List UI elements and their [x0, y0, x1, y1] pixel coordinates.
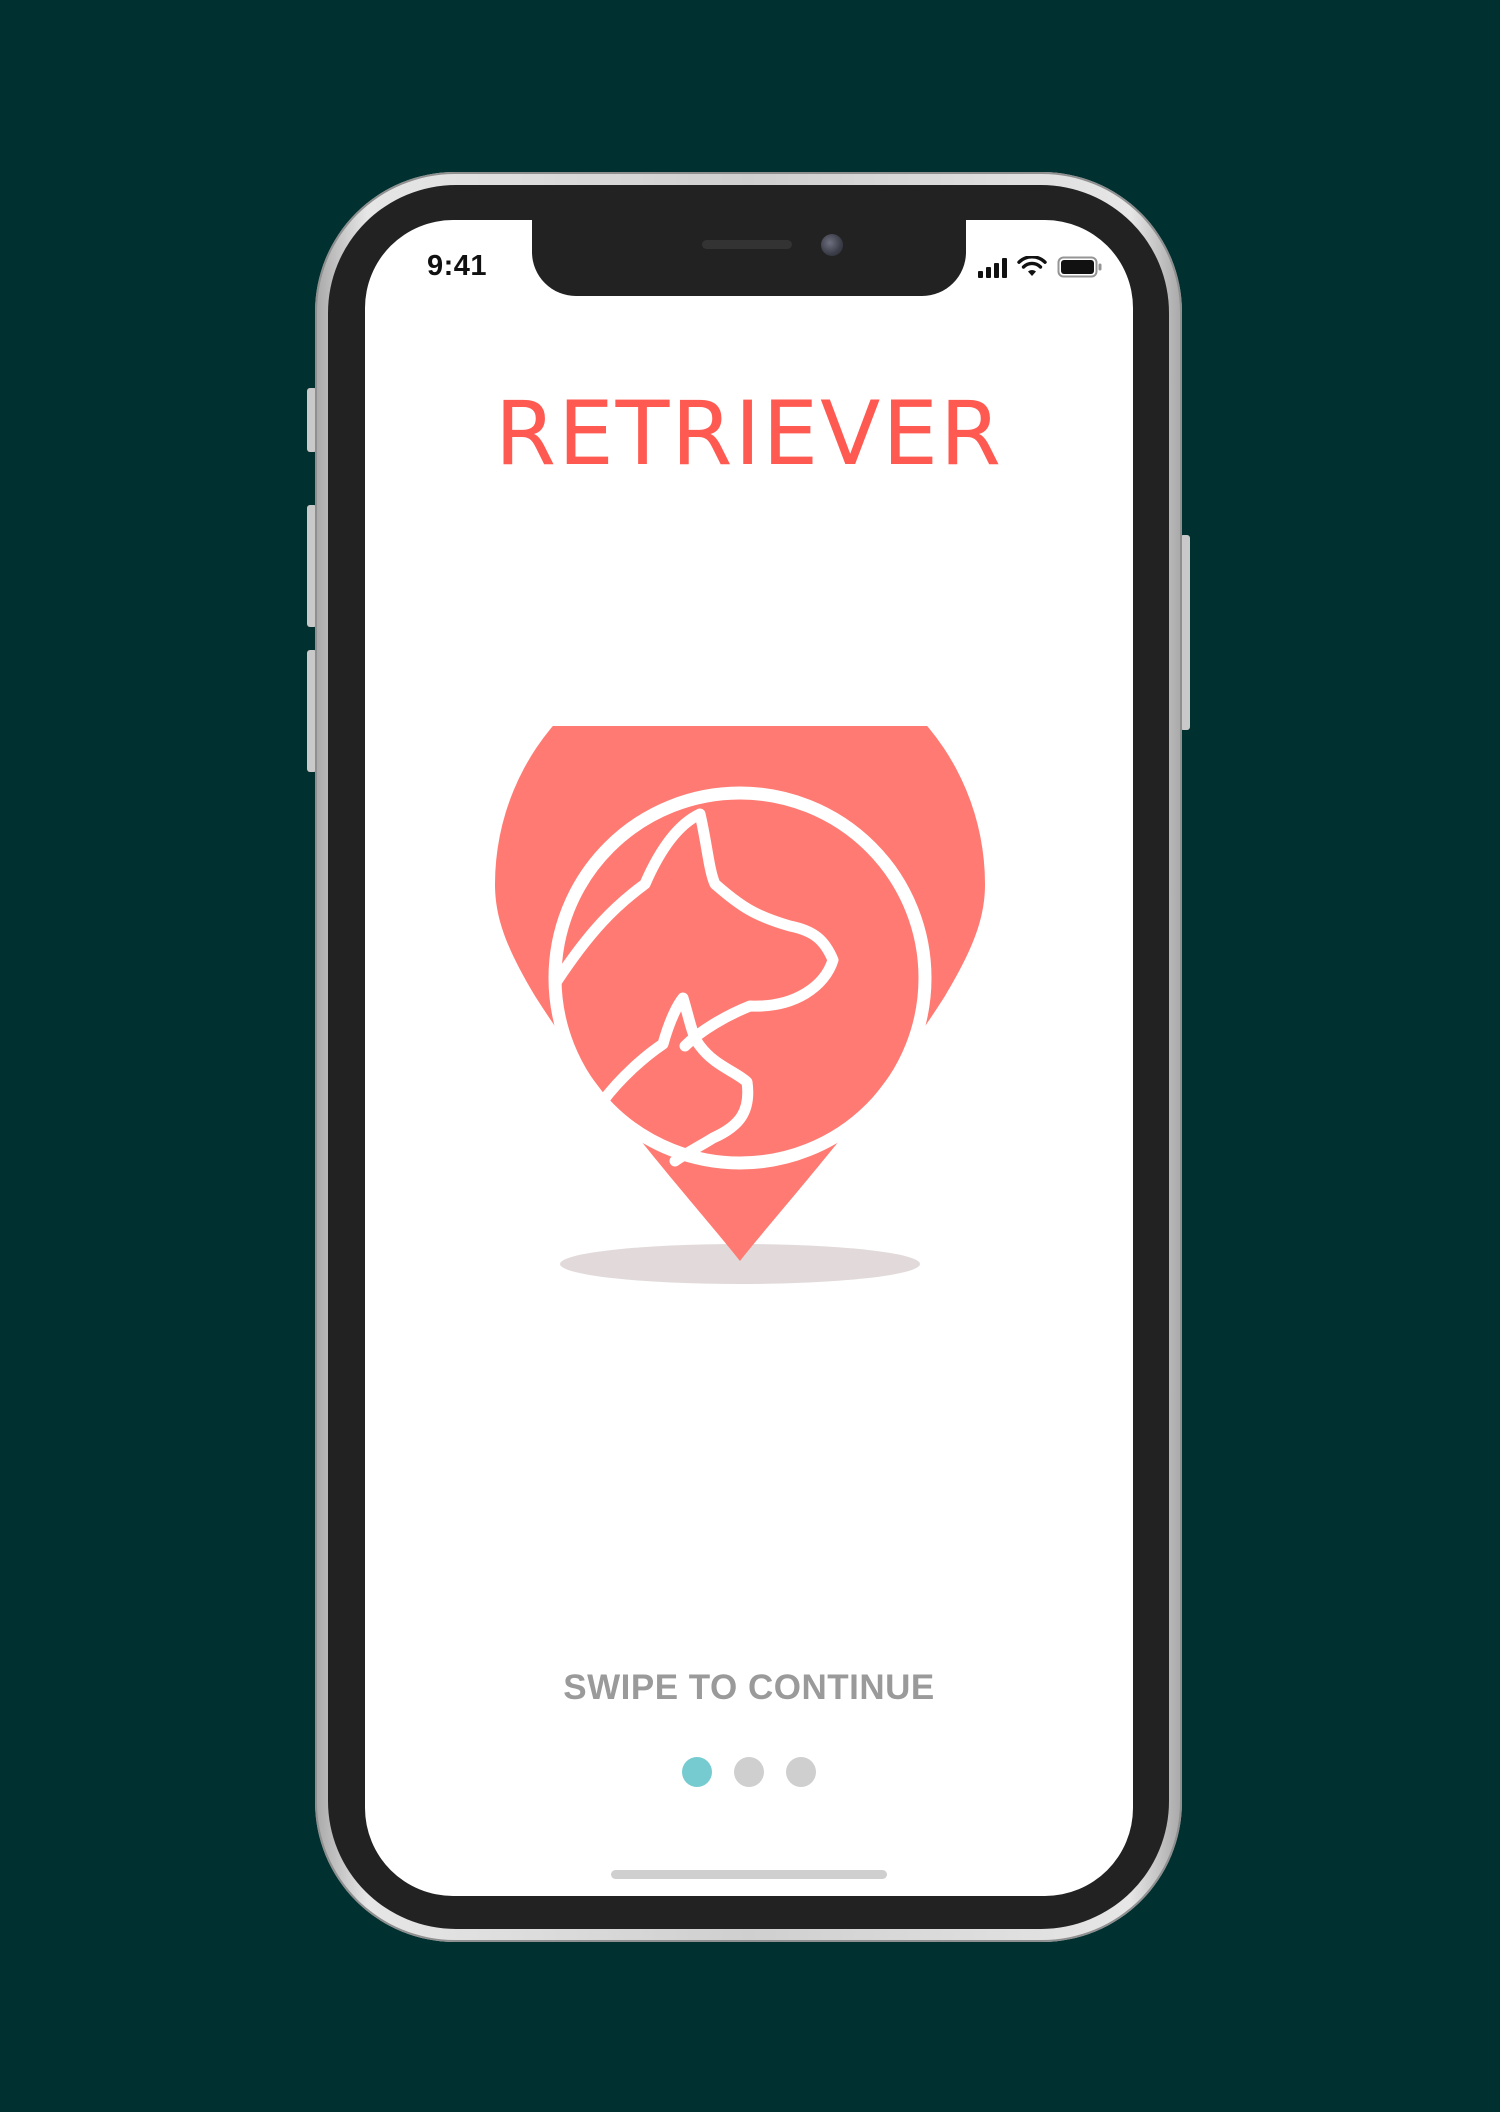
status-time: 9:41	[427, 250, 488, 282]
battery-icon	[1057, 256, 1102, 278]
earpiece-speaker	[702, 240, 792, 249]
status-icons	[978, 250, 1103, 278]
home-indicator[interactable]	[611, 1870, 887, 1879]
page-indicator[interactable]	[365, 1757, 1133, 1787]
cellular-signal-icon	[978, 258, 1007, 278]
page-dot-3[interactable]	[786, 1757, 816, 1787]
notch	[532, 220, 966, 296]
front-camera	[821, 234, 843, 256]
pet-location-pin-icon	[495, 639, 985, 1286]
wifi-icon	[1017, 256, 1047, 276]
phone-screen: 9:41 RETRIEVER SWIPE TO CONTINUE	[365, 220, 1133, 1896]
brand-logo: RETRIEVER	[494, 382, 1004, 485]
page-dot-1[interactable]	[682, 1757, 712, 1787]
swipe-hint: SWIPE TO CONTINUE	[563, 1668, 935, 1707]
page-dot-2[interactable]	[734, 1757, 764, 1787]
